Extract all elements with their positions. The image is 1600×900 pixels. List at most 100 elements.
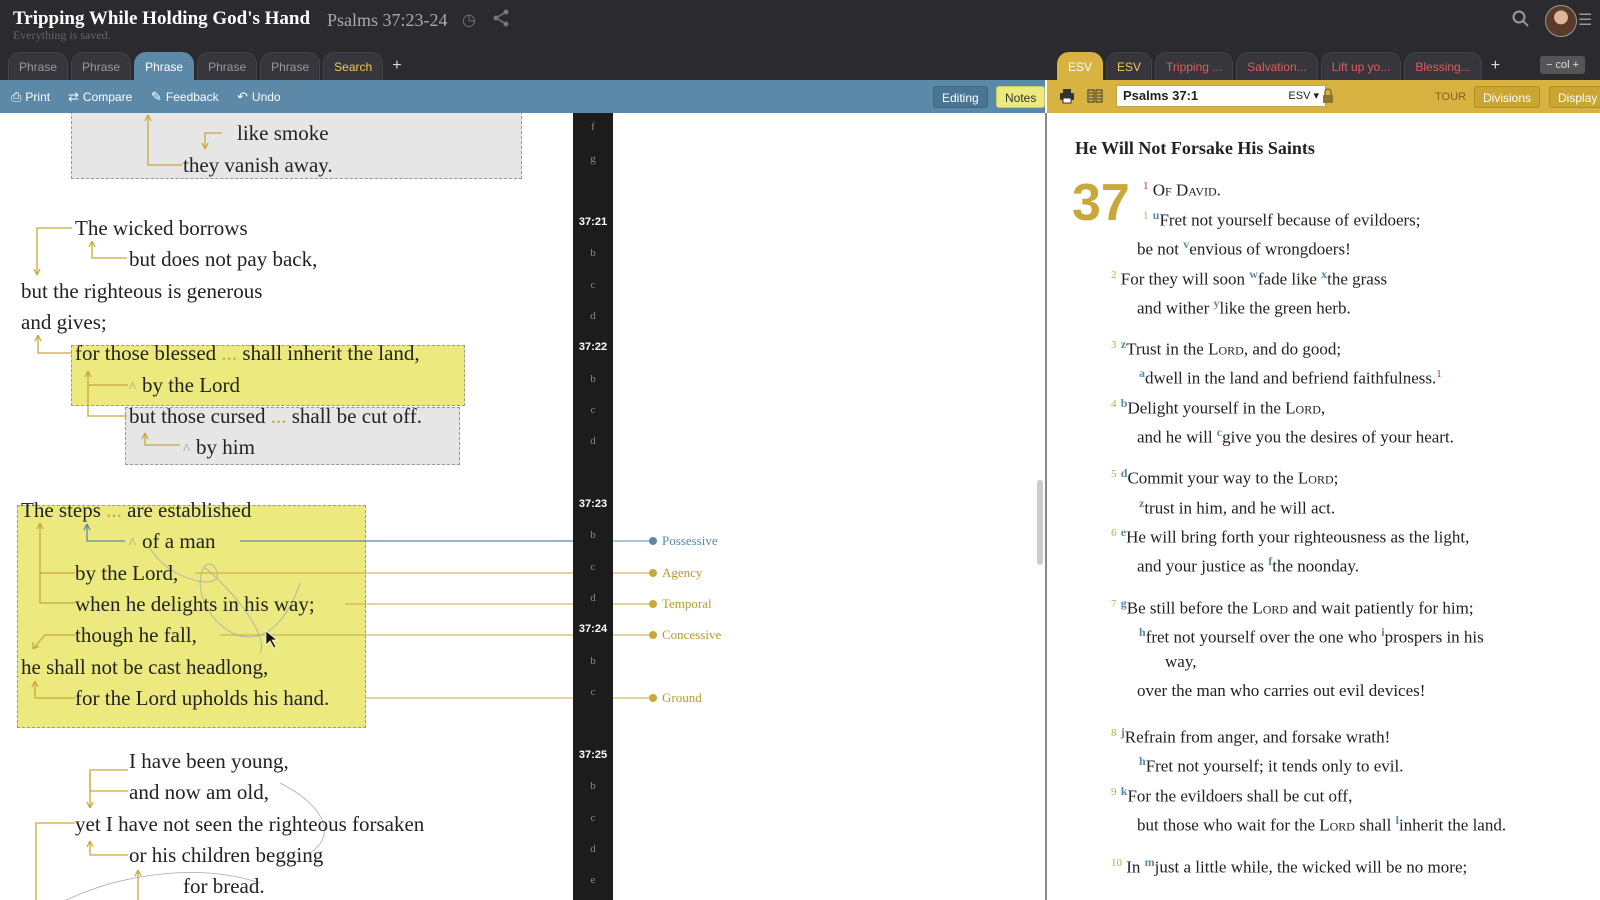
verse-line[interactable]: 4 bDelight yourself in the Lord,	[1111, 393, 1325, 419]
tab-salvation[interactable]: Salvation...	[1236, 52, 1318, 80]
document-title[interactable]: Tripping While Holding God's Hand	[13, 8, 310, 30]
tab-lift-up[interactable]: Lift up yo...	[1320, 52, 1402, 80]
phrase-line[interactable]: yet I have not seen the righteous forsak…	[75, 812, 424, 836]
phrase-line[interactable]: but those cursed ... shall be cut off.	[129, 404, 422, 428]
phrase-line[interactable]: but the righteous is generous	[21, 279, 262, 303]
relation-possessive[interactable]: Possessive	[662, 533, 718, 549]
document-reference[interactable]: Psalms 37:23-24	[327, 10, 448, 31]
notes-toggle[interactable]: Notes	[996, 86, 1046, 108]
verse-line[interactable]: 10 In mjust a little while, the wicked w…	[1111, 852, 1467, 878]
gutter-label[interactable]: b	[573, 373, 613, 385]
verse-line[interactable]: 1 Of David.	[1143, 176, 1221, 201]
verse-line[interactable]: hfret not yourself over the one who ipro…	[1139, 622, 1484, 648]
phrase-line[interactable]: like smoke	[237, 121, 329, 145]
phrase-line[interactable]: The wicked borrows	[75, 216, 248, 240]
gutter-label[interactable]: d	[573, 435, 613, 447]
relation-ground[interactable]: Ground	[662, 690, 702, 706]
phrase-line[interactable]: and gives;	[21, 310, 107, 334]
tab-phrase-1[interactable]: Phrase	[8, 52, 69, 80]
gutter-label[interactable]: b	[573, 247, 613, 259]
gutter-label[interactable]: d	[573, 310, 613, 322]
phrase-line[interactable]: ^ by the Lord	[129, 373, 240, 400]
phrase-line[interactable]: when he delights in his way;	[75, 592, 315, 616]
phrase-line[interactable]: and now am old,	[129, 780, 269, 804]
verse-line[interactable]: be not venvious of wrongdoers!	[1137, 234, 1351, 260]
display-button[interactable]: Display	[1549, 86, 1600, 108]
lock-icon[interactable]	[1322, 88, 1334, 109]
gutter-verse[interactable]: 37:24	[573, 623, 613, 635]
gutter-label[interactable]: c	[573, 404, 613, 416]
relation-temporal[interactable]: Temporal	[662, 596, 712, 612]
phrase-line[interactable]: he shall not be cast headlong,	[21, 655, 268, 679]
tab-search[interactable]: Search	[323, 52, 384, 80]
phrase-line[interactable]: ^ of a man	[129, 529, 216, 556]
phrase-line[interactable]: but does not pay back,	[129, 247, 317, 271]
verse-line[interactable]: way,	[1165, 652, 1196, 672]
gutter-label[interactable]: c	[573, 561, 613, 573]
compare-button[interactable]: ⇄ Compare	[68, 80, 132, 113]
version-select[interactable]: ESV ▾	[1288, 86, 1319, 106]
phrase-line[interactable]: for the Lord upholds his hand.	[75, 686, 329, 710]
verse-line[interactable]: ztrust in him, and he will act.	[1139, 493, 1335, 519]
relation-agency[interactable]: Agency	[662, 565, 702, 581]
verse-line[interactable]: 3 zTrust in the Lord, and do good;	[1111, 334, 1341, 360]
tour-button[interactable]: TOUR	[1427, 86, 1474, 108]
tab-phrase-2[interactable]: Phrase	[71, 52, 132, 80]
gutter-label[interactable]: b	[573, 655, 613, 667]
verse-line[interactable]: 2 For they will soon wfade like xthe gra…	[1111, 264, 1387, 290]
verse-line[interactable]: 9 kFor the evildoers shall be cut off,	[1111, 781, 1352, 807]
tab-blessing[interactable]: Blessing...	[1404, 52, 1482, 80]
phrase-line[interactable]: or his children begging	[129, 843, 323, 867]
user-avatar[interactable]	[1545, 5, 1577, 37]
search-icon[interactable]	[1512, 10, 1530, 33]
verse-line[interactable]: 5 dCommit your way to the Lord;	[1111, 463, 1338, 489]
verse-line[interactable]: 7 gBe still before the Lord and wait pat…	[1111, 593, 1474, 619]
add-reader-tab-button[interactable]: +	[1485, 52, 1506, 80]
gutter-verse[interactable]: 37:23	[573, 498, 613, 510]
feedback-button[interactable]: ✎ Feedback	[151, 80, 219, 113]
tab-phrase-4[interactable]: Phrase	[197, 52, 258, 80]
gutter-label[interactable]: c	[573, 686, 613, 698]
parallel-view-icon[interactable]	[1087, 88, 1103, 109]
verse-line[interactable]: 6 eHe will bring forth your righteousnes…	[1111, 522, 1469, 548]
gutter-verse[interactable]: 37:25	[573, 749, 613, 761]
gutter-label[interactable]: b	[573, 780, 613, 792]
verse-line[interactable]: adwell in the land and befriend faithful…	[1139, 363, 1442, 389]
gutter-verse[interactable]: 37:21	[573, 216, 613, 228]
verse-line[interactable]: and your justice as fthe noonday.	[1137, 551, 1359, 577]
verse-line[interactable]: over the man who carries out evil device…	[1137, 681, 1425, 701]
phrase-line[interactable]: The steps ... are established	[21, 498, 251, 522]
verse-line[interactable]: and wither ylike the green herb.	[1137, 293, 1351, 319]
vertical-scrollbar[interactable]	[1037, 480, 1043, 565]
phrase-line[interactable]: for bread.	[183, 874, 265, 898]
tab-phrase-3-active[interactable]: Phrase	[134, 52, 195, 80]
add-tab-button[interactable]: +	[386, 52, 407, 80]
gutter-verse[interactable]: 37:22	[573, 341, 613, 353]
gutter-label[interactable]: g	[573, 153, 613, 165]
tab-tripping[interactable]: Tripping ...	[1155, 52, 1234, 80]
undo-button[interactable]: ↶ Undo	[237, 80, 281, 113]
phrase-line[interactable]: they vanish away.	[183, 153, 333, 177]
tab-esv[interactable]: ESV	[1106, 52, 1153, 80]
clock-icon[interactable]: ◷	[462, 10, 476, 30]
share-icon[interactable]	[492, 9, 510, 32]
gutter-label[interactable]: d	[573, 592, 613, 604]
gutter-label[interactable]: c	[573, 279, 613, 291]
phrase-line[interactable]: by the Lord,	[75, 561, 178, 585]
gutter-label[interactable]: e	[573, 874, 613, 886]
verse-line[interactable]: 8 jRefrain from anger, and forsake wrath…	[1111, 722, 1390, 748]
phrase-line[interactable]: though he fall,	[75, 623, 197, 647]
gutter-label[interactable]: b	[573, 529, 613, 541]
column-control[interactable]: − col +	[1540, 56, 1586, 74]
print-button[interactable]: ⎙ Print	[11, 80, 50, 113]
editing-toggle[interactable]: Editing	[933, 86, 988, 108]
phrase-line[interactable]: ^ by him	[183, 435, 255, 462]
phrase-line[interactable]: I have been young,	[129, 749, 289, 773]
menu-icon[interactable]: ☰	[1578, 10, 1592, 30]
tab-phrase-5[interactable]: Phrase	[260, 52, 321, 80]
verse-line[interactable]: and he will cgive you the desires of you…	[1137, 422, 1454, 448]
verse-line[interactable]: but those who wait for the Lord shall li…	[1137, 810, 1506, 836]
gutter-label[interactable]: f	[573, 121, 613, 133]
reference-input[interactable]: Psalms 37:1 ESV ▾	[1116, 85, 1326, 107]
verse-line[interactable]: 1 uFret not yourself because of evildoer…	[1143, 205, 1421, 231]
